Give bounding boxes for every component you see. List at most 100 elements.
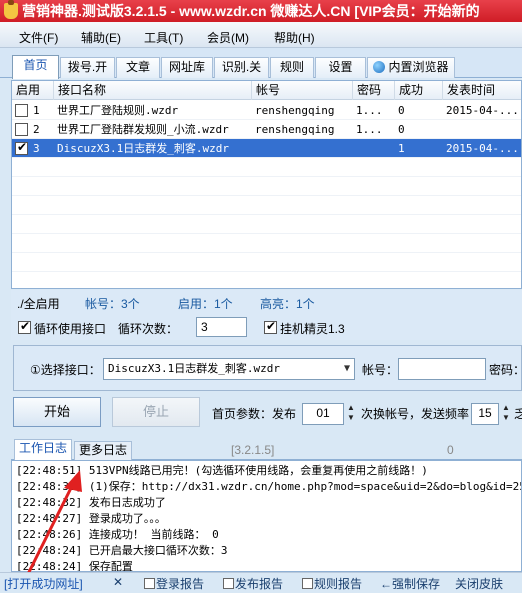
enable-all-link[interactable]: ./全启用 xyxy=(17,295,60,312)
log-line: [22:48:24] 保存配置 xyxy=(16,560,133,572)
row-success: 0 xyxy=(398,123,405,136)
row-time xyxy=(443,120,521,139)
table-row-selected[interactable]: 3 DiscuzX3.1日志群发_刺客.wzdr 1 2015-04-... xyxy=(12,139,521,158)
loop-interface-label: 循环使用接口 xyxy=(34,322,107,336)
window-title: 营销神器.测试版3.2.1.5 - www.wzdr.cn 微赚达人.CN [V… xyxy=(22,3,480,19)
sprite-checkbox[interactable] xyxy=(264,319,277,334)
tab-settings[interactable]: 设置 xyxy=(315,57,366,78)
password-label: 密码： xyxy=(489,363,522,377)
options-panel: ./全启用 帐号：3个 启用：1个 高亮：1个 循环使用接口 循环次数： 3 挂… xyxy=(11,290,522,340)
publish-report-checkbox[interactable] xyxy=(223,578,234,589)
row-password: 1... xyxy=(356,104,383,117)
row-time: 2015-04-... xyxy=(446,142,519,155)
chevron-down-icon: ▼ xyxy=(343,363,350,374)
interface-table: 启用 接口名称 帐号 密码 成功 发表时间 1 世界工厂登陆规则.wzdr re… xyxy=(11,80,522,289)
interface-select-value: DiscuzX3.1日志群发_刺客.wzdr xyxy=(108,362,280,375)
log-line: [22:48:32] (1)保存：http://dx31.wzdr.cn/hom… xyxy=(16,480,522,493)
tab-rules[interactable]: 规则 xyxy=(270,57,314,78)
row-name: DiscuzX3.1日志群发_刺客.wzdr xyxy=(57,142,229,155)
row-name: 世界工厂登陆规则.wzdr xyxy=(57,104,179,117)
col-interface-name[interactable]: 接口名称 xyxy=(54,81,252,100)
publish-report-toggle[interactable]: 发布报告 xyxy=(223,575,283,592)
switch-frequency-label: 次换帐号，发送频率 xyxy=(361,407,470,421)
enabled-count: 启用：1个 xyxy=(178,297,233,311)
row-enable-checkbox[interactable] xyxy=(15,123,28,136)
row-account: renshengqing xyxy=(255,123,335,136)
log-line: [22:48:26] 连接成功！ 当前线路： 0 xyxy=(16,528,219,541)
log-line: [22:48:51] 513VPN线路已用完！(勾选循环使用线路，会重复再使用之… xyxy=(16,464,428,477)
log-tab-bar: 工作日志 更多日志 [3.2.1.5] 0 xyxy=(11,438,522,460)
account-input[interactable] xyxy=(398,358,486,380)
col-publish-time[interactable]: 发表时间 xyxy=(443,81,521,100)
menu-tools[interactable]: 工具(T) xyxy=(144,29,183,46)
menu-member[interactable]: 会员(M) xyxy=(207,29,249,46)
tab-articles[interactable]: 文章 xyxy=(116,57,160,78)
stop-button[interactable]: 停止 xyxy=(112,397,200,427)
menu-bar: 文件(F) 辅助(E) 工具(T) 会员(M) 帮助(H) xyxy=(0,22,522,48)
publish-spinner[interactable]: ▲ ▼ xyxy=(345,403,357,425)
log-counter: 0 xyxy=(447,443,454,457)
frequency-spinner[interactable]: ▲ ▼ xyxy=(500,403,512,425)
row-index: 3 xyxy=(33,142,40,155)
row-password: 1... xyxy=(356,123,383,136)
login-report-checkbox[interactable] xyxy=(144,578,155,589)
rule-report-toggle[interactable]: 规则报告 xyxy=(302,575,362,592)
login-report-toggle[interactable]: 登录报告 xyxy=(144,575,204,592)
tab-captcha[interactable]: 识别.关 xyxy=(214,57,269,78)
interface-select[interactable]: DiscuzX3.1日志群发_刺客.wzdr ▼ xyxy=(103,358,355,380)
params-label: 首页参数：发布 xyxy=(212,407,297,421)
account-count: 帐号：3个 xyxy=(85,297,140,311)
loop-interface-checkbox[interactable] xyxy=(18,319,31,334)
force-save-button[interactable]: ←强制保存 xyxy=(380,575,440,592)
col-password[interactable]: 密码 xyxy=(353,81,395,100)
col-account[interactable]: 帐号 xyxy=(252,81,353,100)
row-enable-checkbox[interactable] xyxy=(15,140,28,155)
log-line: [22:48:27] 登录成功了。。。 xyxy=(16,512,166,525)
tab-home[interactable]: 首页 xyxy=(12,55,59,79)
app-bag-icon xyxy=(4,0,18,19)
row-index: 2 xyxy=(33,123,40,136)
row-account: renshengqing xyxy=(255,104,335,117)
start-button[interactable]: 开始 xyxy=(13,397,101,427)
login-report-label: 登录报告 xyxy=(156,577,205,591)
loop-count-label: 循环次数： xyxy=(118,322,179,336)
row-index: 1 xyxy=(33,104,40,117)
tab-work-log[interactable]: 工作日志 xyxy=(14,439,73,460)
browser-globe-icon xyxy=(373,61,386,73)
open-success-url-link[interactable]: [打开成功网址] xyxy=(4,575,83,592)
select-interface-label: ①选择接口： xyxy=(30,363,101,377)
col-enabled[interactable]: 启用 xyxy=(12,81,54,100)
row-name: 世界工厂登陆群发规则_小流.wzdr xyxy=(57,123,229,136)
row-success: 0 xyxy=(398,104,405,117)
table-row[interactable]: 1 世界工厂登陆规则.wzdr renshengqing 1... 0 2015… xyxy=(12,101,521,120)
table-row[interactable]: 2 世界工厂登陆群发规则_小流.wzdr renshengqing 1... 0 xyxy=(12,120,521,139)
frequency-unit-label: 乏 xyxy=(514,407,522,421)
menu-file[interactable]: 文件(F) xyxy=(19,29,58,46)
col-success[interactable]: 成功 xyxy=(395,81,443,100)
status-bar: [打开成功网址] ✕ 登录报告 发布报告 规则报告 ←强制保存 关闭皮肤 xyxy=(0,572,522,593)
menu-assist[interactable]: 辅助(E) xyxy=(81,29,121,46)
tab-dialup[interactable]: 拨号.开 xyxy=(60,57,115,78)
row-account xyxy=(252,139,353,158)
log-line: [22:48:32] 发布日志成功了 xyxy=(16,496,166,509)
row-enable-checkbox[interactable] xyxy=(15,104,28,117)
account-label: 帐号： xyxy=(362,363,399,377)
close-icon[interactable]: ✕ xyxy=(113,575,123,589)
publish-count-input[interactable]: 01 xyxy=(302,403,344,425)
highlight-count: 高亮：1个 xyxy=(260,297,315,311)
work-log-area[interactable]: [22:48:51] 513VPN线路已用完！(勾选循环使用线路，会重复再使用之… xyxy=(11,460,522,572)
title-bar: 营销神器.测试版3.2.1.5 - www.wzdr.cn 微赚达人.CN [V… xyxy=(0,0,522,22)
main-tab-bar: 首页 拨号.开 文章 网址库 识别.关 规则 设置 内置浏览器 xyxy=(0,48,522,79)
rule-report-checkbox[interactable] xyxy=(302,578,313,589)
loop-count-input[interactable]: 3 xyxy=(196,317,247,337)
tab-url-library[interactable]: 网址库 xyxy=(161,57,213,78)
sprite-label: 挂机精灵1.3 xyxy=(280,322,345,336)
frequency-input[interactable]: 15 xyxy=(471,403,499,425)
close-skin-button[interactable]: 关闭皮肤 xyxy=(455,575,503,592)
menu-help[interactable]: 帮助(H) xyxy=(274,29,315,46)
tab-more-log[interactable]: 更多日志 xyxy=(74,441,133,460)
tab-builtin-browser[interactable]: 内置浏览器 xyxy=(367,57,455,78)
rule-report-label: 规则报告 xyxy=(314,577,363,591)
row-success: 1 xyxy=(398,142,405,155)
table-empty-area xyxy=(12,158,521,288)
